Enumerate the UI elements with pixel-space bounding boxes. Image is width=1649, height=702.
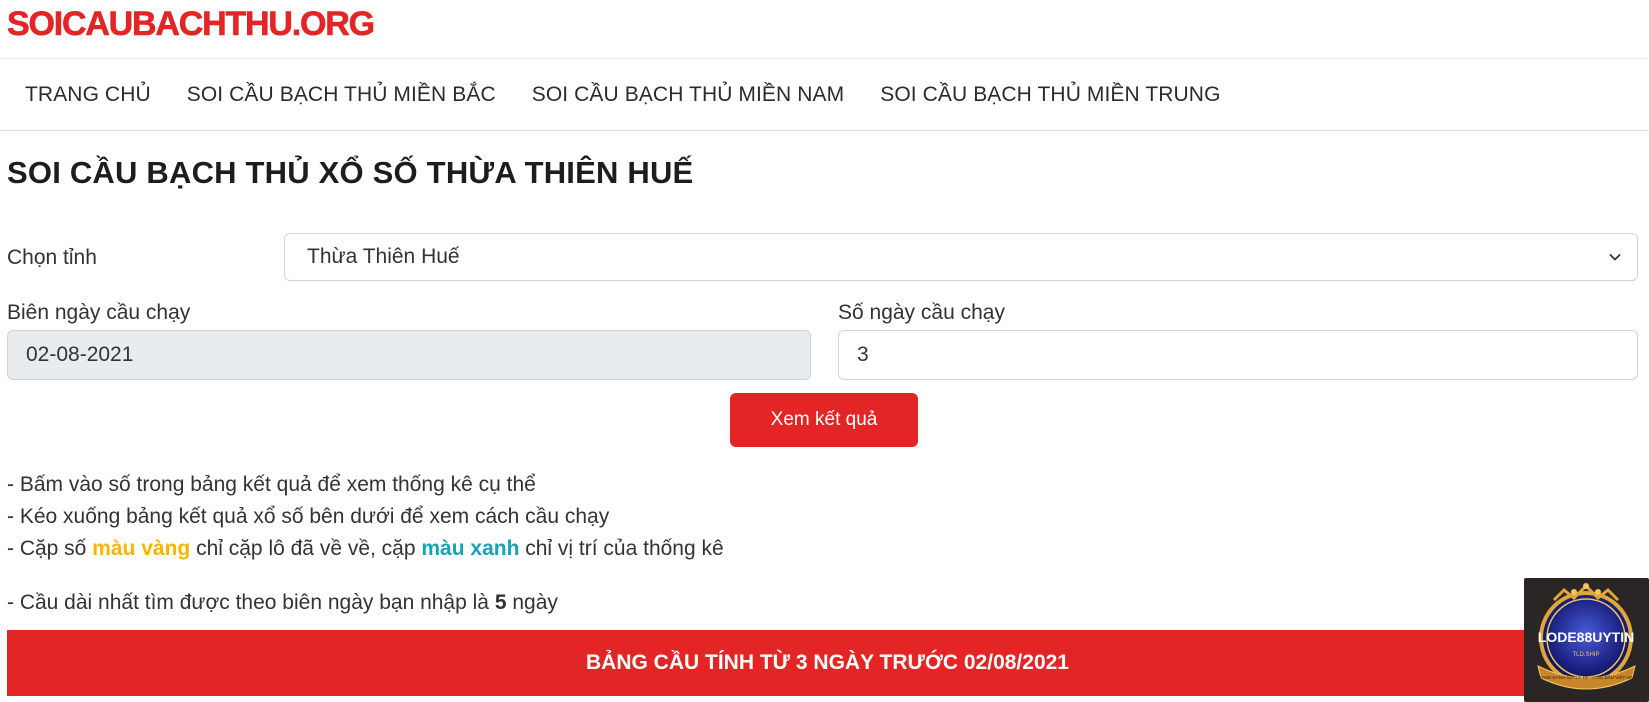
chevron-down-icon	[1609, 254, 1621, 261]
teal-color-label: màu xanh	[421, 537, 520, 560]
note-line-3-part-c: chỉ vị trí của thống kê	[519, 537, 724, 560]
note-line-2: - Kéo xuống bảng kết quả xổ số bên dưới …	[7, 505, 610, 528]
nav-divider	[0, 130, 1649, 131]
nav-item-home[interactable]: TRANG CHỦ	[25, 78, 151, 112]
ad-tagline-text: TRANG ĐÁNH GIÁ LÔ ĐỀ HÀNG ĐẦU VIỆT NAM	[1536, 673, 1637, 680]
results-banner: BẢNG CẦU TÍNH TỪ 3 NGÀY TRƯỚC 02/08/2021	[7, 630, 1648, 696]
note-line-3-part-b: chỉ cặp lô đã về về, cặp	[190, 537, 422, 560]
ad-sub-text: TLD.SHIP	[1572, 652, 1599, 658]
nav-item-mien-nam[interactable]: SOI CẦU BẠCH THỦ MIỀN NAM	[532, 78, 844, 112]
province-select[interactable]: Thừa Thiên Huế	[284, 233, 1638, 281]
longest-value: 5	[494, 591, 507, 614]
main-nav: TRANG CHỦ SOI CẦU BẠCH THỦ MIỀN BẮC SOI …	[25, 78, 1257, 112]
ad-badge[interactable]: LODE88UYTIN TLD.SHIP TRANG ĐÁNH GIÁ LÔ Đ…	[1524, 578, 1649, 702]
longest-note-part-b: ngày	[506, 591, 558, 614]
province-label: Chọn tỉnh	[7, 246, 97, 269]
note-line-3: - Cặp số màu vàng chỉ cặp lô đã về về, c…	[7, 534, 724, 564]
province-select-value: Thừa Thiên Huế	[307, 245, 460, 268]
date-label: Biên ngày cầu chạy	[7, 301, 191, 324]
nav-item-mien-trung[interactable]: SOI CẦU BẠCH THỦ MIỀN TRUNG	[880, 78, 1220, 112]
days-field[interactable]: 3	[838, 330, 1638, 380]
date-field-value: 02-08-2021	[26, 343, 134, 366]
note-line-1: - Bấm vào số trong bảng kết quả để xem t…	[7, 473, 536, 496]
page-title: SOI CẦU BẠCH THỦ XỔ SỐ THỪA THIÊN HUẾ	[7, 155, 694, 190]
site-logo[interactable]: SOICAUBACHTHU.ORG	[7, 4, 376, 44]
date-field[interactable]: 02-08-2021	[7, 330, 811, 380]
note-line-3-part-a: - Cặp số	[7, 537, 93, 560]
site-logo-text: SOICAUBACHTHU.ORG	[7, 5, 376, 44]
days-label: Số ngày cầu chạy	[838, 301, 1005, 324]
header-divider	[0, 58, 1649, 59]
days-field-value: 3	[857, 343, 869, 366]
nav-item-mien-bac[interactable]: SOI CẦU BẠCH THỦ MIỀN BẮC	[187, 78, 496, 112]
longest-note-part-a: - Cầu dài nhất tìm được theo biên ngày b…	[7, 591, 495, 614]
view-results-button[interactable]: Xem kết quả	[730, 393, 918, 447]
ad-brand-text: LODE88UYTIN	[1538, 629, 1634, 645]
ad-logo-graphic: LODE88UYTIN TLD.SHIP TRANG ĐÁNH GIÁ LÔ Đ…	[1536, 583, 1637, 690]
yellow-color-label: màu vàng	[92, 537, 191, 560]
longest-note: - Cầu dài nhất tìm được theo biên ngày b…	[7, 588, 558, 618]
